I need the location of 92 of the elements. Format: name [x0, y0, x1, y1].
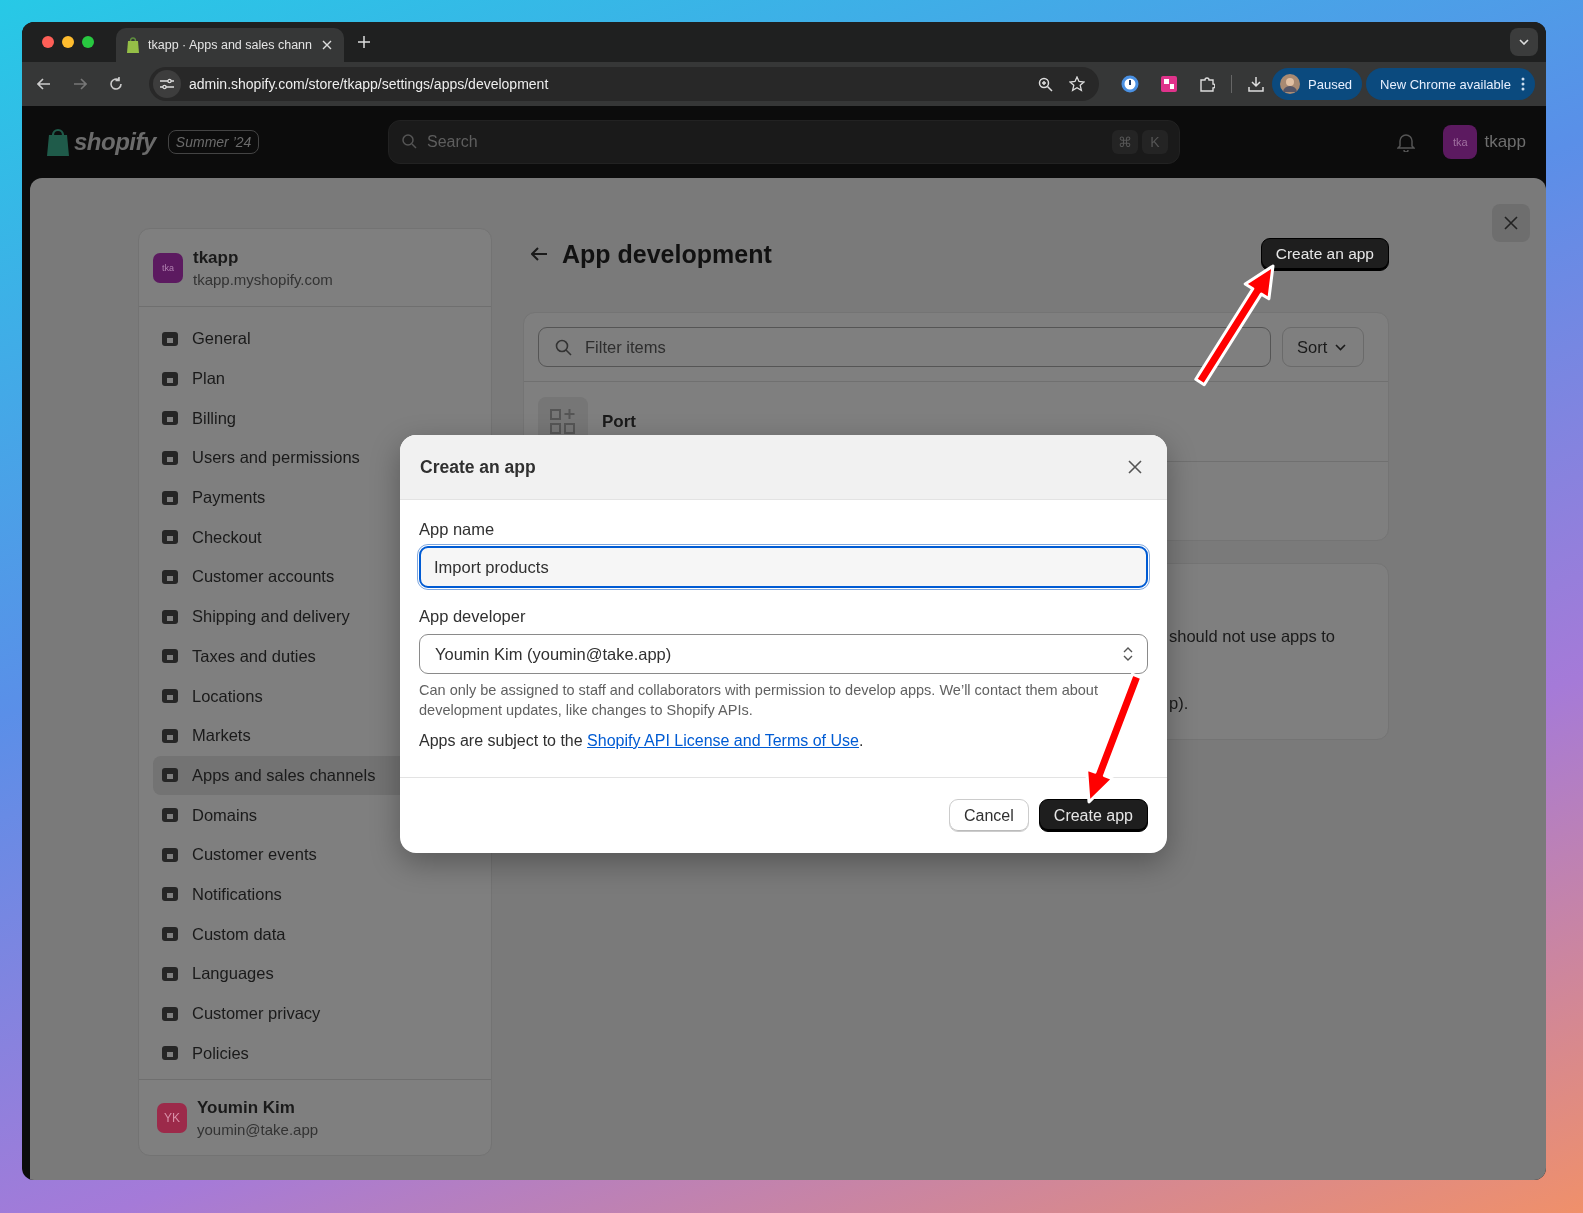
browser-tab[interactable]: tkapp · Apps and sales chann	[116, 28, 344, 62]
avatar-icon	[1280, 74, 1300, 94]
user-name: Youmin Kim	[197, 1097, 296, 1118]
zoom-icon[interactable]	[1038, 76, 1053, 92]
user-avatar: YK	[157, 1102, 187, 1133]
update-button[interactable]: New Chrome available	[1366, 68, 1535, 100]
new-tab-icon[interactable]	[358, 36, 370, 48]
square-icon	[161, 726, 179, 745]
close-icon	[1504, 216, 1518, 230]
square-icon	[161, 806, 179, 825]
store-name[interactable]: tkapp	[1484, 132, 1526, 152]
forward-arrow-icon[interactable]	[73, 78, 87, 90]
store-avatar: tka	[153, 252, 183, 283]
square-icon	[161, 329, 179, 348]
sidebar-item[interactable]: Payments	[153, 477, 477, 518]
close-icon[interactable]	[1128, 460, 1142, 474]
more-icon	[1520, 77, 1525, 91]
filter-field[interactable]: Filter items	[538, 327, 1271, 367]
back-arrow-icon[interactable]	[531, 247, 548, 261]
search-icon	[555, 339, 572, 356]
square-icon	[161, 647, 179, 666]
square-icon	[161, 567, 179, 586]
close-window-icon[interactable]	[42, 36, 54, 48]
field-label: App developer	[419, 607, 527, 626]
sidebar-item[interactable]: Customer events	[153, 834, 477, 875]
maximize-window-icon[interactable]	[82, 36, 94, 48]
address-bar[interactable]: admin.shopify.com/store/tkapp/settings/apps/development	[149, 67, 1099, 101]
square-icon	[161, 964, 179, 983]
edition-badge: Summer ’24	[167, 130, 260, 154]
notice-text: should not use apps to	[1169, 627, 1337, 646]
bell-icon[interactable]	[1397, 132, 1416, 152]
sidebar-item[interactable]: General	[153, 319, 477, 359]
tab-title: tkapp · Apps and sales chann	[148, 38, 313, 52]
terms-text: Apps are subject to the Shopify API License and Terms of Use.	[419, 732, 865, 750]
sidebar-item[interactable]: Policies	[153, 1033, 477, 1074]
search-icon	[402, 134, 417, 149]
app-name-field[interactable]: Import products	[419, 546, 1148, 588]
sidebar-item[interactable]: Billing	[153, 398, 477, 439]
square-icon	[161, 448, 179, 467]
sort-button[interactable]: Sort	[1282, 327, 1364, 367]
dialog-title: Create an app	[420, 456, 536, 478]
star-icon[interactable]	[1069, 76, 1085, 92]
user-email: youmin@take.app	[197, 1120, 319, 1138]
square-icon	[161, 925, 179, 944]
close-button[interactable]	[1492, 204, 1530, 242]
minimize-window-icon[interactable]	[62, 36, 74, 48]
app-name[interactable]: Port	[602, 411, 636, 432]
shopping-bag-icon	[46, 128, 70, 156]
sidebar-item[interactable]: Custom data	[153, 914, 477, 954]
store-name: tkapp	[193, 247, 240, 268]
tab-list-button[interactable]	[1510, 28, 1538, 56]
extension-icon[interactable]	[1121, 75, 1139, 93]
profile-button[interactable]: Paused	[1272, 68, 1363, 100]
url-text: admin.shopify.com/store/tkapp/settings/apps/development	[189, 76, 549, 92]
developer-select[interactable]: Youmin Kim (youmin@take.app)	[419, 634, 1148, 674]
shopping-bag-icon	[126, 37, 140, 53]
create-app-button[interactable]: Create an app	[1260, 237, 1389, 271]
square-icon	[161, 369, 179, 388]
notice-text: p).	[1169, 694, 1190, 713]
sidebar-item[interactable]: Plan	[153, 358, 477, 399]
square-icon	[161, 687, 179, 706]
up-down-chevron-icon	[1123, 646, 1133, 662]
logo-text: shopify	[74, 128, 156, 156]
store-domain: tkapp.myshopify.com	[193, 270, 333, 288]
sidebar-item[interactable]: Customer privacy	[153, 993, 477, 1034]
sidebar-item[interactable]: Domains	[153, 795, 477, 835]
square-icon	[161, 766, 179, 785]
square-icon	[161, 885, 179, 904]
sidebar-item[interactable]: Languages	[153, 954, 477, 994]
extension-icon[interactable]	[1161, 76, 1177, 92]
square-icon	[161, 607, 179, 626]
sidebar-item[interactable]: Notifications	[153, 874, 477, 915]
site-settings-icon[interactable]	[153, 70, 181, 98]
dialog-button[interactable]: Create app	[1038, 799, 1148, 832]
terms-link[interactable]: Shopify API License and Terms of Use	[587, 732, 859, 749]
square-icon	[161, 1044, 179, 1063]
store-avatar[interactable]: tka	[1443, 125, 1478, 159]
square-icon	[161, 528, 179, 547]
help-text: Can only be assigned to staff and collaborators with permission to develop apps. We’ll contact them about development updates, like changes to Shopify APIs.	[419, 681, 1099, 720]
square-icon	[161, 409, 179, 428]
chevron-down-icon	[1335, 343, 1347, 351]
square-icon	[161, 845, 179, 864]
reload-icon[interactable]	[109, 77, 123, 91]
shortcut-key: ⌘	[1112, 130, 1138, 154]
field-label: App name	[419, 520, 496, 539]
download-icon[interactable]	[1248, 76, 1264, 92]
square-icon	[161, 1004, 179, 1023]
square-icon	[161, 488, 179, 507]
puzzle-icon[interactable]	[1199, 76, 1215, 92]
page-title: App development	[562, 239, 772, 269]
dialog-button[interactable]: Cancel	[949, 799, 1029, 832]
chevron-down-icon	[1519, 39, 1529, 45]
